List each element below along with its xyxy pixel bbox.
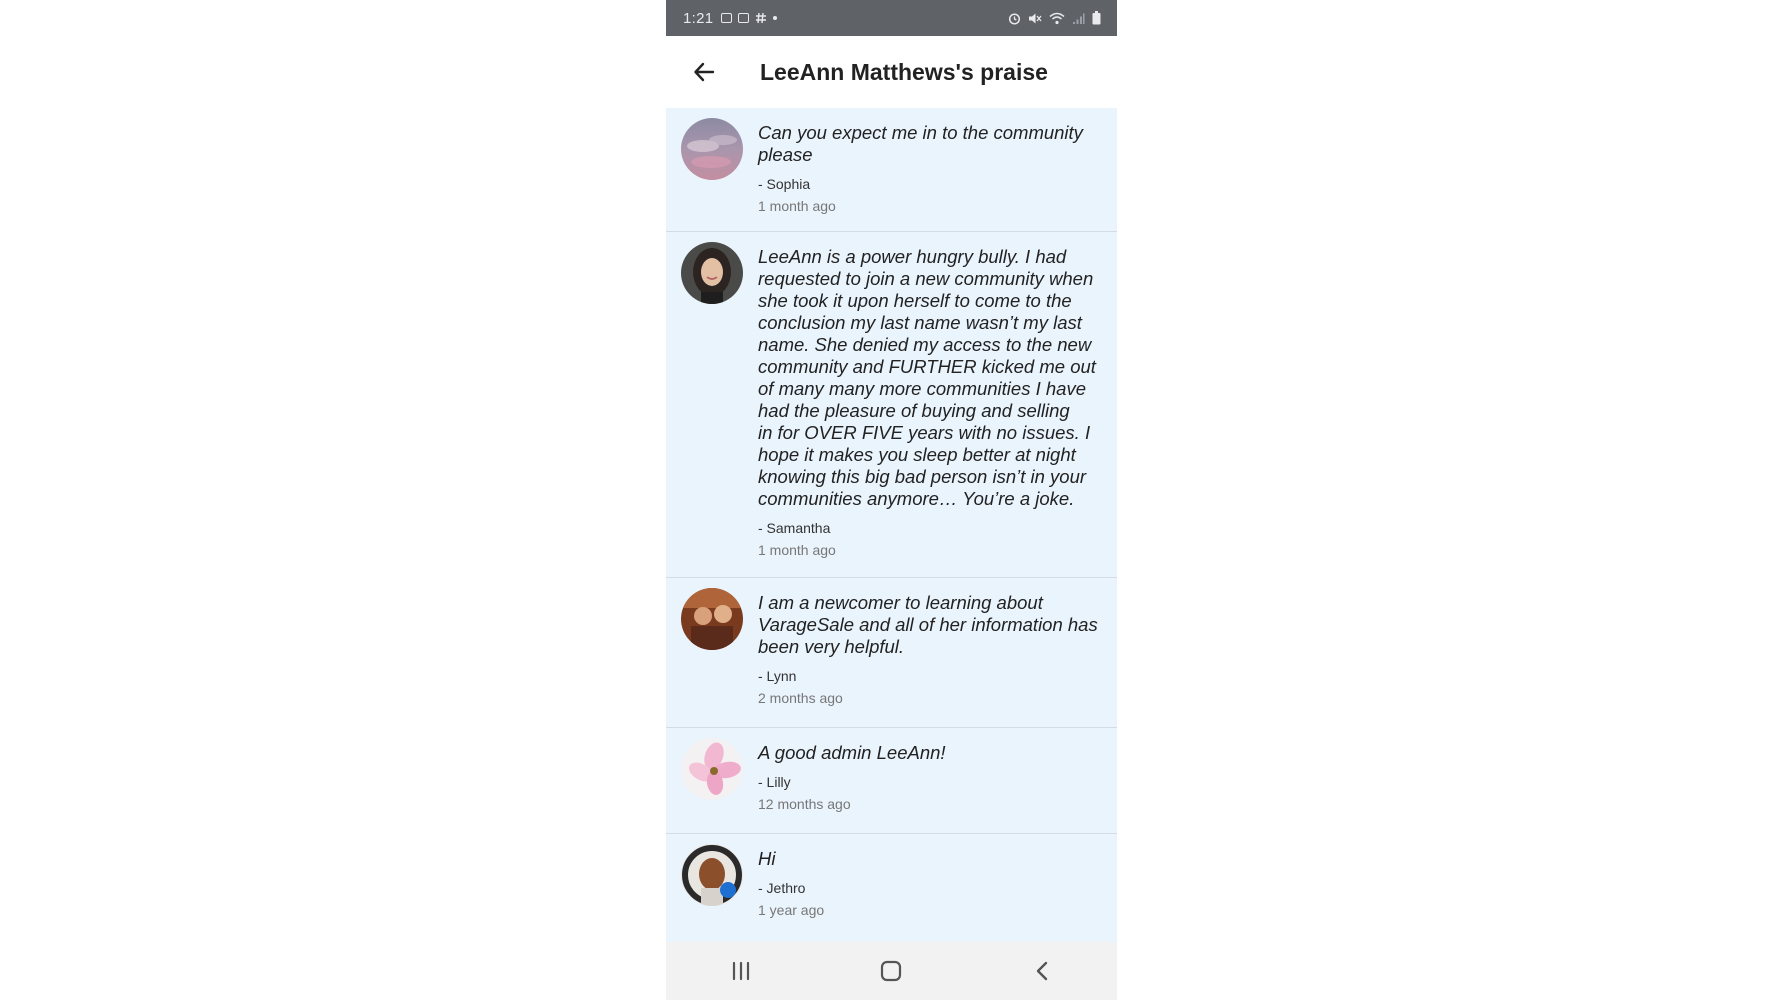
gallery-icon [738,13,750,23]
praise-item: LeeAnn is a power hungry bully. I had re… [666,232,1117,578]
praise-content: A good admin LeeAnn! - Lilly 12 months a… [758,742,1099,812]
system-nav-bar [666,942,1117,1000]
wifi-icon [1049,12,1065,24]
praise-content: Can you expect me in to the community pl… [758,122,1099,214]
praise-time: 12 months ago [758,796,851,812]
praise-item: Can you expect me in to the community pl… [666,108,1117,232]
praise-author: - Samantha [758,520,831,536]
avatar[interactable] [681,588,743,650]
praise-content: LeeAnn is a power hungry bully. I had re… [758,246,1099,558]
hashtag-icon [756,12,767,24]
praise-time: 1 year ago [758,902,825,918]
praise-author: - Jethro [758,880,806,896]
status-notification-icons [721,12,778,24]
mute-icon [1029,13,1042,23]
status-bar: 1:21 [666,0,1117,36]
avatar[interactable] [681,118,743,180]
app-bar: LeeAnn Matthews's praise [666,36,1117,108]
recent-apps-icon [733,961,750,981]
home-icon [881,960,902,982]
image-icon [721,13,733,23]
status-time: 1:21 [683,9,714,27]
back-icon [1036,961,1048,981]
avatar[interactable] [681,242,743,304]
alarm-icon [1008,12,1021,25]
praise-content: I am a newcomer to learning about Varage… [758,592,1099,706]
praise-item: A good admin LeeAnn! - Lilly 12 months a… [666,728,1117,834]
praise-author: - Lilly [758,774,791,790]
praise-time: 1 month ago [758,198,836,214]
signal-icon [1073,13,1085,24]
praise-quote: Hi [758,848,776,869]
praise-author: - Sophia [758,176,811,192]
nav-back-button[interactable] [1012,951,1072,991]
praise-time: 1 month ago [758,542,836,558]
phone-screen: 1:21 LeeAnn Matthews's praise Can you ex… [666,0,1117,1000]
back-button[interactable] [688,56,720,88]
battery-icon [1092,11,1101,25]
avatar[interactable] [681,844,743,906]
praise-quote: A good admin LeeAnn! [758,742,946,763]
home-button[interactable] [861,951,921,991]
avatar[interactable] [681,738,743,800]
praise-quote: LeeAnn is a power hungry bully. I had re… [758,246,1096,509]
recent-apps-button[interactable] [711,951,771,991]
arrow-left-icon [694,62,715,82]
praise-quote: Can you expect me in to the community pl… [758,122,1083,165]
praise-item: I am a newcomer to learning about Varage… [666,578,1117,728]
praise-time: 2 months ago [758,690,843,706]
praise-quote: I am a newcomer to learning about Varage… [758,592,1098,657]
status-system-icons [1008,11,1101,25]
praise-item: Hi - Jethro 1 year ago [666,834,1117,942]
praise-list[interactable]: Can you expect me in to the community pl… [666,108,1117,942]
praise-author: - Lynn [758,668,797,684]
dot-icon [773,16,778,20]
page-title: LeeAnn Matthews's praise [760,58,1048,85]
praise-content: Hi - Jethro 1 year ago [758,848,1099,918]
